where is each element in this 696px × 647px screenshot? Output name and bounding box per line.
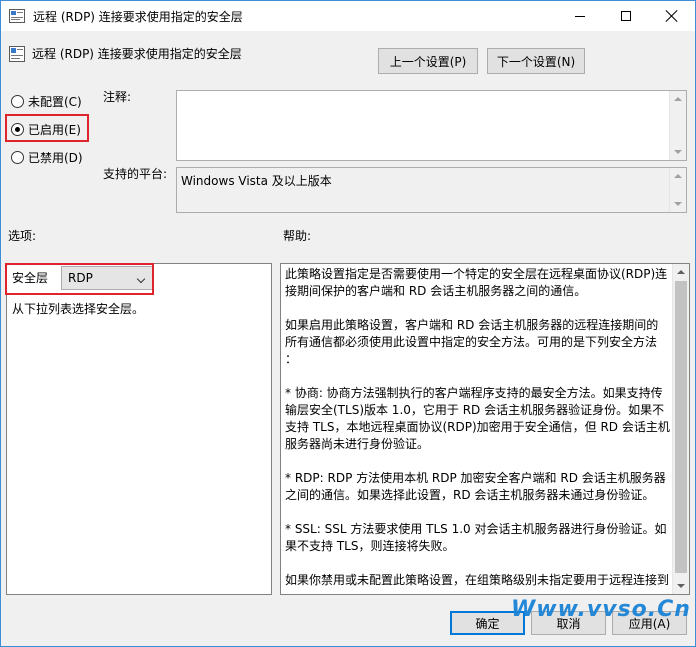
comment-scrollbar[interactable]	[669, 91, 686, 160]
help-line	[285, 504, 673, 521]
help-line: * RDP: RDP 方法使用本机 RDP 加密安全客户端和 RD 会话主机服务…	[285, 471, 666, 485]
maximize-button[interactable]	[603, 1, 649, 31]
help-line: 接期间保护的客户端和 RD 会话主机服务器之间的通信。	[285, 284, 587, 298]
help-line: * 协商: 协商方法强制执行的客户端程序支持的最安全方法。如果支持传	[285, 386, 663, 400]
help-line: 所有通信都必须使用此设置中指定的安全方法。可用的是下列安全方法	[285, 335, 658, 349]
minimize-icon	[575, 15, 585, 17]
radio-disabled[interactable]: 已禁用(D)	[11, 148, 83, 166]
help-line: 支持 TLS，本地远程桌面协议(RDP)加密用于安全通信，但 RD 会话主机	[285, 420, 670, 434]
policy-name: 远程 (RDP) 连接要求使用指定的安全层	[32, 47, 242, 61]
highlight-box-security-layer	[5, 263, 154, 295]
close-icon	[666, 10, 678, 22]
help-line: 如果你禁用或未配置此策略设置，在组策略级别未指定要用于远程连接到	[285, 573, 670, 587]
next-setting-button[interactable]: 下一个设置(N)	[487, 48, 585, 74]
radio-label: 已禁用(D)	[28, 150, 83, 165]
help-scrollbar[interactable]	[672, 264, 689, 594]
scroll-down-icon[interactable]	[674, 202, 682, 206]
security-layer-hint: 从下拉列表选择安全层。	[12, 302, 145, 316]
policy-settings-icon	[9, 9, 25, 23]
scroll-up-icon[interactable]	[674, 97, 682, 101]
help-label: 帮助:	[283, 229, 312, 243]
help-line	[285, 368, 673, 385]
policy-icon	[9, 46, 25, 62]
radio-not-configured[interactable]: 未配置(C)	[11, 92, 82, 110]
help-line: 如果启用此策略设置，客户端和 RD 会话主机服务器的远程连接期间的	[285, 318, 659, 332]
radio-label: 未配置(C)	[28, 94, 82, 109]
window-title: 远程 (RDP) 连接要求使用指定的安全层	[33, 10, 243, 24]
help-line: 此策略设置指定是否需要使用一个特定的安全层在远程桌面协议(RDP)连	[285, 267, 668, 281]
platform-value: Windows Vista 及以上版本	[181, 174, 332, 188]
watermark: Www.vvso.Cn	[511, 597, 691, 622]
radio-circle[interactable]	[11, 94, 24, 108]
help-line	[285, 555, 673, 572]
scroll-up-icon[interactable]	[674, 174, 682, 178]
highlight-box-enabled	[5, 114, 89, 142]
platform-field: Windows Vista 及以上版本	[176, 167, 687, 213]
help-line: 输层安全(TLS)版本 1.0，它用于 RD 会话主机服务器验证身份。如果不	[285, 403, 665, 417]
scroll-down-icon[interactable]	[674, 150, 682, 154]
close-button[interactable]	[649, 1, 695, 31]
scroll-thumb[interactable]	[675, 281, 687, 573]
minimize-button[interactable]	[557, 1, 603, 31]
help-line	[285, 300, 673, 317]
options-panel: 安全层 RDP 从下拉列表选择安全层。	[6, 263, 272, 595]
previous-setting-button[interactable]: 上一个设置(P)	[378, 48, 478, 74]
options-label: 选项:	[8, 229, 37, 243]
help-text: 此策略设置指定是否需要使用一个特定的安全层在远程桌面协议(RDP)连 接期间保护的…	[285, 266, 673, 589]
help-line: 果不支持 TLS，则连接将失败。	[285, 539, 455, 553]
help-line	[285, 453, 673, 470]
radio-circle[interactable]	[11, 150, 24, 164]
comment-textarea[interactable]	[176, 90, 687, 161]
platform-label: 支持的平台:	[103, 167, 168, 181]
help-line: 之间的通信。如果选择此设置，RD 会话主机服务器未通过身份验证。	[285, 488, 655, 502]
help-line: 服务器尚未进行身份验证。	[285, 437, 430, 451]
maximize-icon	[621, 11, 631, 21]
platform-scrollbar[interactable]	[669, 168, 686, 212]
scroll-down-icon[interactable]	[677, 584, 685, 588]
help-panel: 此策略设置指定是否需要使用一个特定的安全层在远程桌面协议(RDP)连 接期间保护的…	[280, 263, 690, 595]
comment-label: 注释:	[103, 90, 132, 104]
help-line: ：	[285, 352, 298, 366]
scroll-up-icon[interactable]	[677, 270, 685, 274]
title-bar: 远程 (RDP) 连接要求使用指定的安全层	[1, 1, 695, 31]
help-line: * SSL: SSL 方法要求使用 TLS 1.0 对会话主机服务器进行身份验证…	[285, 522, 667, 536]
policy-dialog: 远程 (RDP) 连接要求使用指定的安全层 远程 (RDP) 连接要求使用指定的…	[0, 0, 696, 647]
